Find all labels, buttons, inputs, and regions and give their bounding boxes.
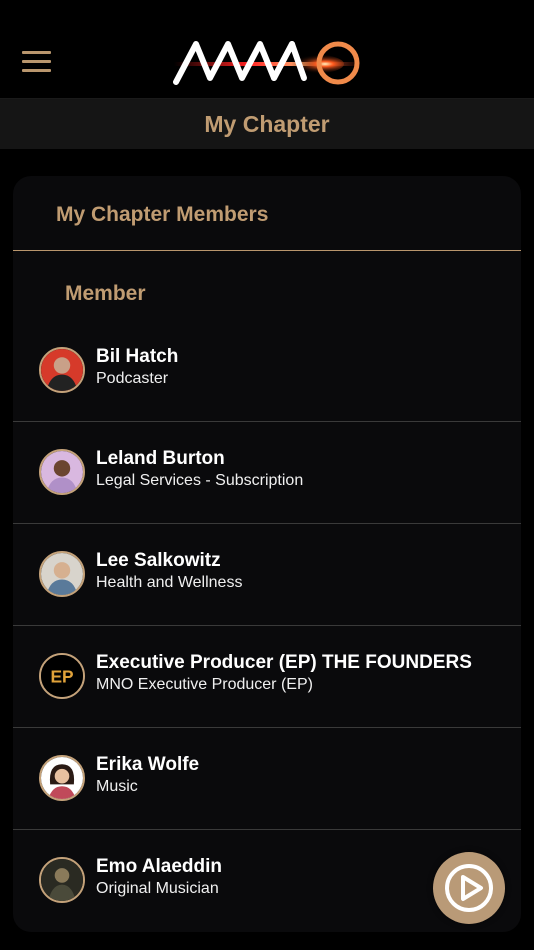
avatar bbox=[39, 857, 85, 903]
member-name: Emo Alaeddin bbox=[96, 856, 222, 877]
list-item-member[interactable]: Bil Hatch Podcaster bbox=[13, 320, 521, 422]
avatar bbox=[39, 551, 85, 597]
page-title: My Chapter bbox=[0, 99, 534, 149]
member-name: Bil Hatch bbox=[96, 346, 179, 367]
divider bbox=[13, 250, 521, 251]
list-item-member[interactable]: Leland Burton Legal Services - Subscript… bbox=[13, 422, 521, 524]
member-role: Legal Services - Subscription bbox=[96, 472, 304, 489]
top-bar bbox=[0, 0, 534, 99]
hamburger-menu-icon[interactable] bbox=[22, 51, 51, 73]
list-item-member[interactable]: Erika Wolfe Music bbox=[13, 728, 521, 830]
play-circle-icon bbox=[445, 864, 493, 912]
chapter-members-card: My Chapter Members Member Bil Hatch Podc… bbox=[13, 176, 521, 932]
list-item-member[interactable]: EP Executive Producer (EP) THE FOUNDERS … bbox=[13, 626, 521, 728]
avatar bbox=[39, 755, 85, 801]
mno-logo-icon bbox=[170, 36, 366, 90]
list-item-member[interactable]: Lee Salkowitz Health and Wellness bbox=[13, 524, 521, 626]
member-list: Bil Hatch Podcaster Leland Burton Legal … bbox=[13, 320, 521, 931]
member-name: Leland Burton bbox=[96, 448, 225, 469]
avatar bbox=[39, 449, 85, 495]
member-name: Erika Wolfe bbox=[96, 754, 200, 775]
member-role: Podcaster bbox=[96, 370, 169, 387]
member-role: Health and Wellness bbox=[96, 574, 243, 591]
section-label: Member bbox=[65, 282, 146, 305]
member-name: Executive Producer (EP) THE FOUNDERS bbox=[96, 652, 472, 673]
member-role: Original Musician bbox=[96, 880, 219, 897]
avatar bbox=[39, 347, 85, 393]
member-name: Lee Salkowitz bbox=[96, 550, 221, 571]
card-title: My Chapter Members bbox=[56, 203, 269, 226]
ep-avatar-text: EP bbox=[50, 666, 73, 686]
member-role: Music bbox=[96, 778, 138, 795]
member-role: MNO Executive Producer (EP) bbox=[96, 676, 313, 693]
avatar: EP bbox=[39, 653, 85, 699]
play-button[interactable] bbox=[433, 852, 505, 924]
